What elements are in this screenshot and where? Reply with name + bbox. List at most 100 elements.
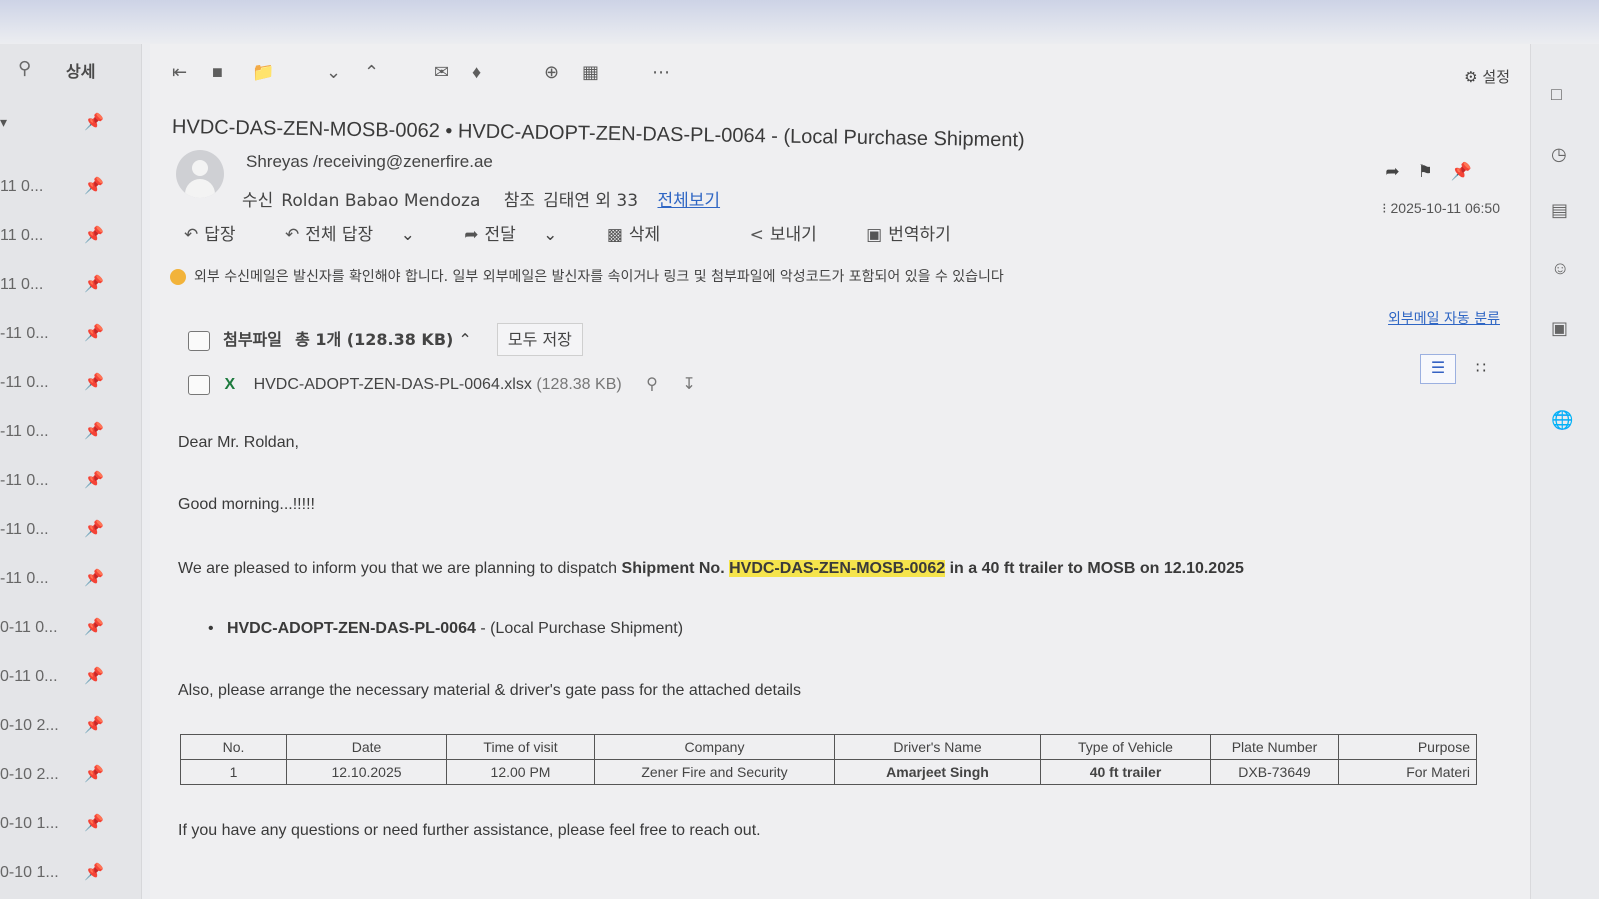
grid-view-icon[interactable]: ∷ xyxy=(1476,358,1486,378)
closing-line: If you have any questions or need furthe… xyxy=(178,822,761,839)
detail-search-button[interactable]: 상세 xyxy=(66,58,95,82)
greeting: Dear Mr. Roldan, xyxy=(178,434,299,451)
list-item[interactable]: 0-10 1... 📌 xyxy=(0,811,142,841)
list-item[interactable]: 0-11 0... 📌 xyxy=(0,664,142,694)
table-header-row: No. Date Time of visit Company Driver's Name… xyxy=(180,734,1477,760)
pin-icon[interactable]: 📌 xyxy=(84,568,104,588)
document-icon[interactable]: ▤ xyxy=(1551,200,1568,221)
pin-icon[interactable]: 📌 xyxy=(84,421,104,441)
attachment-name[interactable]: HVDC-ADOPT-ZEN-DAS-PL-0064.xlsx xyxy=(254,376,532,393)
preview-icon[interactable]: ⚲ xyxy=(646,376,658,393)
move-folder-icon[interactable]: 📁 xyxy=(252,62,274,83)
search-icon[interactable]: ⚲ xyxy=(18,58,31,79)
table-header-cell: Purpose xyxy=(1338,734,1477,760)
pin-icon[interactable]: 📌 xyxy=(84,666,104,686)
list-item[interactable]: -11 0... 📌 xyxy=(0,370,142,400)
pin-icon[interactable]: 📌 xyxy=(84,813,104,833)
pin-icon[interactable]: 📌 xyxy=(84,323,104,343)
zoom-in-icon[interactable]: ⊕ xyxy=(544,62,559,83)
list-view-icon[interactable]: ☰ xyxy=(1420,354,1456,384)
warning-icon xyxy=(170,269,186,285)
table-header-cell: No. xyxy=(180,734,287,760)
auto-sort-link[interactable]: 외부메일 자동 분류 xyxy=(1388,308,1500,328)
cc-recipients[interactable]: 김태연 외 33 xyxy=(543,191,638,211)
attachments-summary: 총 1개 (128.38 KB) xyxy=(295,330,454,349)
settings-button[interactable]: ⚙ 설정 xyxy=(1464,66,1510,87)
table-row: 1 12.10.2025 12.00 PM Zener Fire and Securi… xyxy=(180,759,1477,785)
table-cell: 1 xyxy=(180,759,287,785)
list-item-date: 11 0... xyxy=(0,227,44,244)
to-recipient[interactable]: Roldan Babao Mendoza xyxy=(281,191,480,211)
list-item[interactable]: 0-10 1... 📌 xyxy=(0,860,142,890)
list-item[interactable]: -11 0... 📌 xyxy=(0,321,142,351)
tag-icon[interactable]: ➦ xyxy=(1385,162,1417,181)
send-label: 보내기 xyxy=(769,225,817,245)
list-item[interactable]: 0-11 0... 📌 xyxy=(0,615,142,645)
chevron-up-icon[interactable]: ⌃ xyxy=(458,330,471,349)
shipment-bullet: • HVDC-ADOPT-ZEN-DAS-PL-0064 - (Local Pu… xyxy=(208,620,683,638)
list-item[interactable]: -11 0... 📌 xyxy=(0,517,142,547)
send-button[interactable]: < 보내기 xyxy=(750,225,839,245)
list-item[interactable]: 11 0... 📌 xyxy=(0,272,142,302)
flag-icon[interactable]: ⚑ xyxy=(1418,162,1451,181)
pin-icon[interactable]: 📌 xyxy=(84,715,104,735)
next-message-icon[interactable]: ⌄ xyxy=(326,62,341,83)
translate-app-icon[interactable]: ▣ xyxy=(1551,318,1568,339)
pin-icon[interactable]: 📌 xyxy=(84,176,104,196)
panel-icon[interactable]: □ xyxy=(1551,84,1562,105)
save-all-button[interactable]: 모두 저장 xyxy=(496,323,583,356)
list-item-date: -11 0... xyxy=(0,570,49,587)
reply-all-button[interactable]: ↶ 전체 답장 ⌄ xyxy=(285,225,437,245)
list-item[interactable]: 11 0... 📌 xyxy=(0,223,142,253)
attachment-checkbox[interactable] xyxy=(188,374,210,395)
globe-icon[interactable]: 🌐 xyxy=(1551,410,1573,431)
list-item-date: 0-10 2... xyxy=(0,766,59,783)
pin-icon[interactable]: 📌 xyxy=(84,274,104,294)
bell-icon[interactable]: ♦ xyxy=(472,62,481,83)
table-header-cell: Plate Number xyxy=(1210,734,1339,760)
pin-icon[interactable]: 📌 xyxy=(84,862,104,882)
view-all-link[interactable]: 전체보기 xyxy=(657,191,720,211)
more-icon[interactable]: ⋯ xyxy=(652,62,670,83)
list-item[interactable]: -11 0... 📌 xyxy=(0,566,142,596)
list-item[interactable]: -11 0... 📌 xyxy=(0,419,142,449)
pin-icon[interactable]: 📌 xyxy=(84,519,104,539)
list-item[interactable]: 📌 xyxy=(0,110,142,140)
person-icon[interactable]: ☺ xyxy=(1551,258,1569,279)
list-item[interactable]: 11 0... 📌 xyxy=(0,174,142,204)
mail-icon[interactable]: ✉ xyxy=(434,62,449,83)
table-header-cell: Time of visit xyxy=(446,734,595,760)
download-icon[interactable]: ↧ xyxy=(682,376,695,393)
chevron-down-icon[interactable]: ⌄ xyxy=(401,225,415,245)
gear-icon: ⚙ xyxy=(1464,68,1478,86)
pin-icon[interactable]: 📌 xyxy=(84,764,104,784)
to-label: 수신 xyxy=(242,191,274,211)
pin-icon[interactable]: 📌 xyxy=(1451,162,1490,181)
attachments-header: 첨부파일 총 1개 (128.38 KB) ⌃ 모두 저장 xyxy=(188,323,583,356)
forward-label: 전달 xyxy=(484,225,516,245)
translate-button[interactable]: ▣ 번역하기 xyxy=(866,225,973,245)
pin-icon[interactable]: 📌 xyxy=(84,112,104,132)
pin-icon[interactable]: 📌 xyxy=(84,617,104,637)
previous-message-icon[interactable]: ⌃ xyxy=(364,62,379,83)
pin-icon[interactable]: 📌 xyxy=(84,372,104,392)
list-item[interactable]: 0-10 2... 📌 xyxy=(0,762,142,792)
delete-button[interactable]: ▩ 삭제 xyxy=(607,225,682,245)
clock-icon[interactable]: ◷ xyxy=(1551,144,1567,165)
sender[interactable]: Shreyas /receiving@zenerfire.ae xyxy=(246,152,493,172)
reply-button[interactable]: ↶ 답장 xyxy=(184,225,258,245)
select-all-attachments-checkbox[interactable] xyxy=(188,330,210,351)
attachments-label: 첨부파일 xyxy=(223,330,282,349)
print-icon[interactable]: ▦ xyxy=(582,62,599,83)
date-text: 2025-10-11 06:50 xyxy=(1390,200,1501,216)
table-header-cell: Driver's Name xyxy=(834,734,1041,760)
list-item-date: 11 0... xyxy=(0,178,44,195)
list-item[interactable]: -11 0... 📌 xyxy=(0,468,142,498)
pin-icon[interactable]: 📌 xyxy=(84,225,104,245)
forward-button[interactable]: ➦ 전달 ⌄ xyxy=(464,225,579,245)
pin-icon[interactable]: 📌 xyxy=(84,470,104,490)
list-item[interactable]: 0-10 2... 📌 xyxy=(0,713,142,743)
chevron-down-icon[interactable]: ⌄ xyxy=(543,225,557,245)
copy-icon[interactable]: ■ xyxy=(212,62,223,83)
back-to-list-icon[interactable]: ⇤ xyxy=(172,62,187,83)
